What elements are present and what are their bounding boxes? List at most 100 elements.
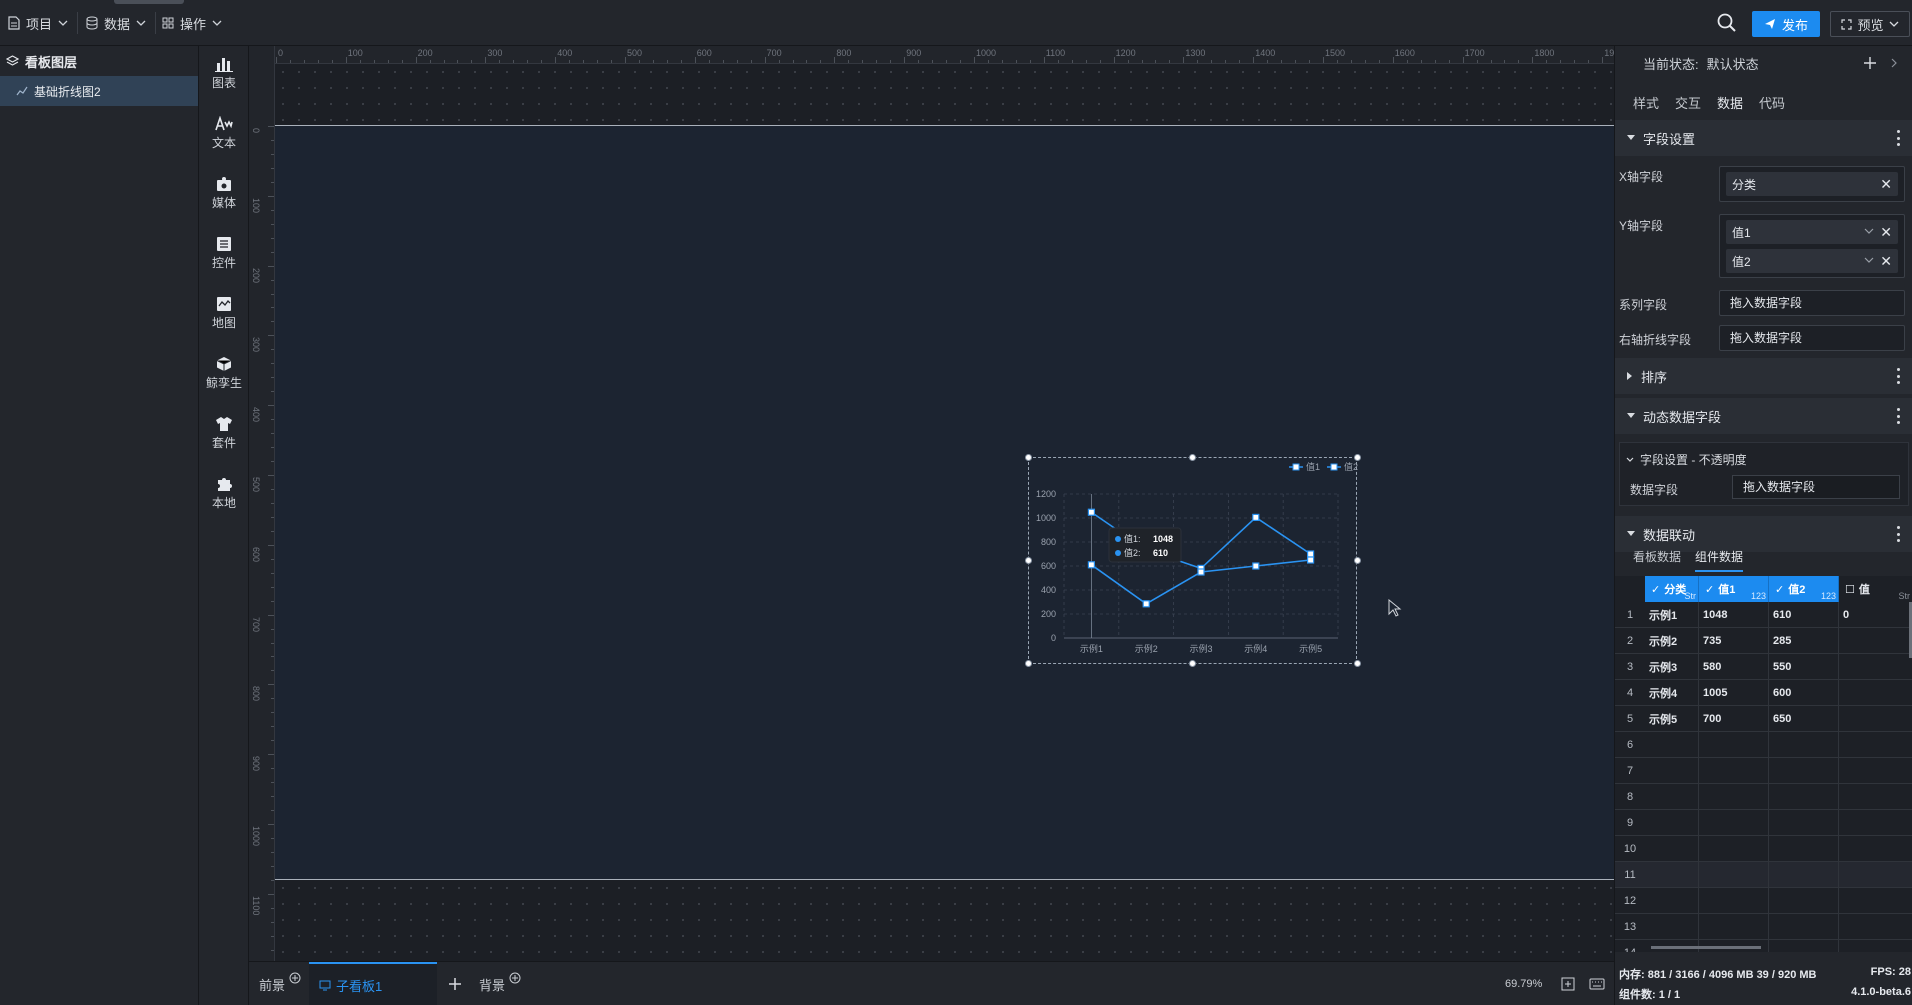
table-cell[interactable] [1645, 732, 1699, 758]
plus-icon[interactable] [1863, 56, 1877, 70]
tab-style[interactable]: 样式 [1633, 88, 1659, 120]
comp-control[interactable]: 控件 [199, 228, 249, 278]
data-grid[interactable]: ✓ 分类 Str ✓ 值1 123 ✓ 值2 123 ☐ 值 Str 1 示例1 1048 610 0 2 示例2 7… [1615, 576, 1912, 952]
table-cell[interactable] [1645, 888, 1699, 914]
plus-circle-icon[interactable] [509, 972, 521, 984]
table-cell[interactable] [1839, 654, 1912, 680]
x-field-box[interactable]: 分类 ✕ [1719, 166, 1905, 202]
table-cell[interactable] [1839, 914, 1912, 940]
table-cell[interactable] [1699, 784, 1769, 810]
table-cell[interactable] [1699, 888, 1769, 914]
tab-foreground[interactable]: 前景 [259, 962, 301, 1005]
table-cell[interactable]: 示例2 [1645, 628, 1699, 654]
menu-project[interactable]: 项目 [0, 0, 79, 46]
table-cell[interactable] [1699, 810, 1769, 836]
table-cell[interactable]: 650 [1769, 706, 1839, 732]
menu-data[interactable]: 数据 [78, 0, 157, 46]
table-cell[interactable]: 1005 [1699, 680, 1769, 706]
table-cell[interactable] [1769, 914, 1839, 940]
table-cell[interactable] [1699, 862, 1769, 888]
section-data-linkage[interactable]: 数据联动 [1615, 516, 1912, 552]
tab-board-data[interactable]: 看板数据 [1633, 548, 1681, 572]
table-cell[interactable] [1769, 862, 1839, 888]
resize-handle[interactable] [1025, 660, 1032, 667]
tab-code[interactable]: 代码 [1759, 88, 1785, 120]
table-cell[interactable]: 700 [1699, 706, 1769, 732]
more-icon[interactable] [1897, 408, 1901, 424]
dynamic-field-drop[interactable]: 拖入数据字段 [1732, 475, 1900, 499]
menu-operate[interactable]: 操作 [154, 0, 230, 46]
canvas-area[interactable]: 0 100 200 300 400 500 600 700 800 900 1000 1100 1200… [249, 46, 1614, 961]
check-icon[interactable]: ✓ [1651, 583, 1660, 596]
table-cell[interactable] [1839, 758, 1912, 784]
y-field-tag[interactable]: 值1 ✕ [1726, 220, 1898, 244]
table-cell[interactable] [1839, 732, 1912, 758]
more-icon[interactable] [1897, 368, 1901, 384]
table-cell[interactable] [1769, 888, 1839, 914]
column-header[interactable]: ✓ 值1 123 [1699, 576, 1769, 602]
comp-kit[interactable]: 套件 [199, 408, 249, 458]
comp-chart[interactable]: 图表 [199, 48, 249, 98]
x-field-tag[interactable]: 分类 ✕ [1726, 172, 1898, 196]
table-cell[interactable] [1645, 758, 1699, 784]
table-cell[interactable] [1645, 810, 1699, 836]
table-cell[interactable] [1839, 628, 1912, 654]
more-icon[interactable] [1897, 130, 1901, 146]
table-cell[interactable] [1839, 706, 1912, 732]
table-cell[interactable] [1645, 914, 1699, 940]
more-icon[interactable] [1897, 526, 1901, 542]
y-field-tag[interactable]: 值2 ✕ [1726, 249, 1898, 273]
resize-handle[interactable] [1354, 660, 1361, 667]
table-cell[interactable] [1769, 758, 1839, 784]
table-cell[interactable] [1839, 888, 1912, 914]
check-icon[interactable]: ✓ [1705, 583, 1714, 596]
resize-handle[interactable] [1189, 454, 1196, 461]
board[interactable] [273, 125, 1614, 880]
table-cell[interactable] [1769, 732, 1839, 758]
table-cell[interactable]: 示例3 [1645, 654, 1699, 680]
table-cell[interactable] [1699, 758, 1769, 784]
resize-handle[interactable] [1189, 660, 1196, 667]
close-icon[interactable]: ✕ [1880, 176, 1892, 192]
layer-item-line-chart[interactable]: 基础折线图2 [0, 76, 198, 106]
column-header[interactable]: ✓ 分类 Str [1645, 576, 1699, 602]
table-cell[interactable] [1769, 810, 1839, 836]
table-cell[interactable] [1769, 784, 1839, 810]
keyboard-icon[interactable] [1589, 978, 1605, 990]
line-chart-widget[interactable]: 0 200 400 600 800 1000 1200 示例1 示例2 示例3 示例4 示例5 值1 值2… [1025, 454, 1361, 667]
table-cell[interactable] [1699, 914, 1769, 940]
chevron-down-icon[interactable] [1864, 223, 1874, 239]
table-cell[interactable]: 285 [1769, 628, 1839, 654]
tab-data[interactable]: 数据 [1715, 88, 1746, 122]
table-cell[interactable]: 550 [1769, 654, 1839, 680]
fit-screen-icon[interactable] [1561, 977, 1575, 991]
resize-handle[interactable] [1354, 557, 1361, 564]
check-icon[interactable]: ✓ [1775, 583, 1784, 596]
resize-handle[interactable] [1354, 454, 1361, 461]
dynamic-group-header[interactable]: 字段设置 - 不透明度 [1626, 451, 1747, 468]
add-board-icon[interactable] [448, 977, 462, 991]
zoom-level[interactable]: 69.79% [1505, 962, 1542, 1005]
table-cell[interactable]: 580 [1699, 654, 1769, 680]
table-cell[interactable]: 600 [1769, 680, 1839, 706]
table-cell[interactable] [1839, 784, 1912, 810]
table-cell[interactable]: 735 [1699, 628, 1769, 654]
tab-component-data[interactable]: 组件数据 [1695, 548, 1744, 572]
table-cell[interactable] [1645, 836, 1699, 862]
scrollbar-horizontal[interactable] [1651, 946, 1761, 949]
chevron-down-icon[interactable] [1864, 252, 1874, 268]
table-cell[interactable] [1645, 862, 1699, 888]
section-field-settings[interactable]: 字段设置 [1615, 120, 1912, 156]
close-icon[interactable]: ✕ [1880, 224, 1892, 240]
tab-interaction[interactable]: 交互 [1675, 88, 1701, 120]
table-cell[interactable] [1769, 836, 1839, 862]
checkbox-icon[interactable]: ☐ [1845, 583, 1855, 596]
comp-twin[interactable]: 鲸孪生 [199, 348, 249, 398]
table-cell[interactable]: 0 [1839, 602, 1912, 628]
table-cell[interactable]: 示例4 [1645, 680, 1699, 706]
table-cell[interactable] [1839, 680, 1912, 706]
tab-background[interactable]: 背景 [479, 962, 521, 1005]
table-cell[interactable] [1769, 940, 1839, 952]
comp-text[interactable]: 文本 [199, 108, 249, 158]
resize-handle[interactable] [1025, 454, 1032, 461]
